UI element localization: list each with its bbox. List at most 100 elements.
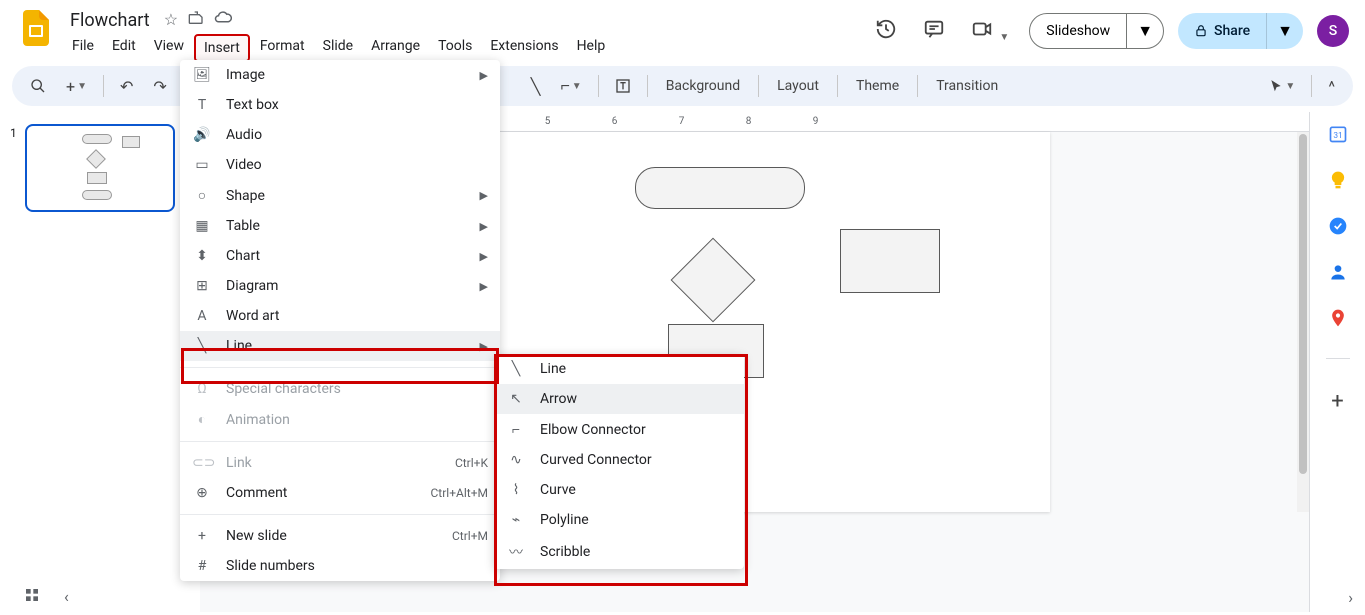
keep-app-icon[interactable]	[1328, 170, 1348, 190]
link-icon: ⊂⊃	[192, 455, 212, 471]
menu-arrange[interactable]: Arrange	[363, 34, 428, 62]
insert-item-word-art[interactable]: AWord art	[180, 301, 500, 331]
insert-item-link: ⊂⊃LinkCtrl+K	[180, 448, 500, 478]
line-item-scribble[interactable]: 〰Scribble	[494, 535, 744, 569]
menu-file[interactable]: File	[64, 34, 102, 62]
textbox-tool[interactable]	[607, 72, 639, 100]
submenu-arrow-icon: ▶	[480, 189, 488, 202]
menu-slide[interactable]: Slide	[315, 34, 361, 62]
meet-icon[interactable]: ▼	[965, 12, 1015, 50]
menu-insert[interactable]: Insert	[194, 34, 250, 62]
insert-item-image[interactable]: 🖼Image▶	[180, 60, 500, 90]
ruler: 3 4 5 6 7 8 9	[380, 112, 1309, 132]
wordart-icon: A	[192, 308, 212, 324]
transition-button[interactable]: Transition	[926, 72, 1008, 100]
insert-item-comment[interactable]: ⊕CommentCtrl+Alt+M	[180, 478, 500, 508]
thumb-number: 1	[10, 124, 17, 212]
insert-item-shape[interactable]: ○Shape▶	[180, 180, 500, 211]
shape-diamond[interactable]	[671, 238, 756, 323]
video-icon: ▭	[192, 157, 212, 173]
submenu-arrow-icon: ▶	[480, 69, 488, 82]
insert-item-audio[interactable]: 🔊Audio	[180, 120, 500, 150]
connector-tool[interactable]: ⌐▼	[552, 70, 589, 102]
insert-item-table[interactable]: ▦Table▶	[180, 211, 500, 241]
search-icon[interactable]	[22, 72, 54, 100]
explore-icon[interactable]: ›	[1348, 588, 1353, 607]
plus-icon: +	[192, 528, 212, 544]
audio-icon: 🔊	[192, 127, 212, 143]
grid-view-icon[interactable]	[24, 587, 40, 607]
chart-icon: ⬍	[192, 248, 212, 264]
omega-icon: Ω	[192, 381, 212, 397]
redo-button[interactable]: ↷	[145, 71, 174, 102]
cursor-mode[interactable]: ▼	[1261, 73, 1303, 99]
submenu-arrow-icon: ▶	[480, 220, 488, 233]
slides-logo[interactable]	[16, 8, 56, 48]
menu-help[interactable]: Help	[569, 34, 614, 62]
insert-item-new-slide[interactable]: +New slideCtrl+M	[180, 521, 500, 551]
share-button[interactable]: Share	[1178, 13, 1266, 49]
num-icon: #	[192, 558, 212, 574]
avatar[interactable]: S	[1317, 15, 1349, 47]
line-type-icon: ⌁	[506, 512, 526, 528]
line-item-elbow-connector[interactable]: ⌐Elbow Connector	[494, 414, 744, 445]
slideshow-caret[interactable]: ▼	[1126, 14, 1163, 48]
menu-extensions[interactable]: Extensions	[482, 34, 566, 62]
slideshow-button[interactable]: Slideshow	[1030, 14, 1126, 48]
slide-thumbnail-1[interactable]	[25, 124, 175, 212]
layout-button[interactable]: Layout	[767, 72, 829, 100]
menu-format[interactable]: Format	[252, 34, 313, 62]
line-item-curved-connector[interactable]: ∿Curved Connector	[494, 445, 744, 475]
insert-item-chart[interactable]: ⬍Chart▶	[180, 241, 500, 271]
line-item-polyline[interactable]: ⌁Polyline	[494, 505, 744, 535]
insert-item-line[interactable]: ╲Line▶	[180, 331, 500, 361]
share-caret[interactable]: ▼	[1266, 13, 1303, 49]
insert-item-animation: ◐Animation	[180, 404, 500, 435]
insert-item-special-characters: ΩSpecial characters	[180, 374, 500, 404]
menu-bar: File Edit View Insert Format Slide Arran…	[64, 34, 869, 62]
calendar-app-icon[interactable]: 31	[1328, 124, 1348, 144]
shape-rectangle[interactable]	[840, 229, 940, 293]
maps-app-icon[interactable]	[1328, 308, 1348, 328]
line-type-icon: ∿	[506, 452, 526, 468]
line-type-icon: 〰	[506, 542, 526, 562]
menu-tools[interactable]: Tools	[430, 34, 480, 62]
doc-title[interactable]: Flowchart	[64, 8, 156, 33]
insert-item-video[interactable]: ▭Video	[180, 150, 500, 180]
comment-icon: ⊕	[192, 485, 212, 501]
comments-icon[interactable]	[917, 12, 951, 50]
prev-slide-icon[interactable]: ‹	[64, 587, 69, 607]
line-item-line[interactable]: ╲Line	[494, 354, 744, 384]
insert-item-slide-numbers[interactable]: #Slide numbers	[180, 551, 500, 581]
line-item-arrow[interactable]: ↖Arrow	[494, 384, 744, 414]
svg-text:31: 31	[1333, 131, 1342, 141]
insert-item-diagram[interactable]: ⊞Diagram▶	[180, 271, 500, 301]
contacts-app-icon[interactable]	[1328, 262, 1348, 282]
add-apps-icon[interactable]: +	[1331, 389, 1343, 414]
insert-item-text-box[interactable]: TText box	[180, 90, 500, 120]
submenu-arrow-icon: ▶	[480, 340, 488, 353]
undo-button[interactable]: ↶	[112, 71, 141, 102]
line-tool[interactable]: ╲	[523, 71, 549, 102]
anim-icon: ◐	[192, 411, 212, 428]
insert-dropdown: 🖼Image▶TText box🔊Audio▭Video○Shape▶▦Tabl…	[180, 60, 500, 581]
vertical-scrollbar[interactable]	[1297, 132, 1309, 512]
star-icon[interactable]: ☆	[164, 10, 178, 30]
shape-terminator[interactable]	[635, 167, 805, 209]
diagram-icon: ⊞	[192, 278, 212, 294]
table-icon: ▦	[192, 218, 212, 234]
submenu-arrow-icon: ▶	[480, 280, 488, 293]
line-icon: ╲	[192, 338, 212, 354]
background-button[interactable]: Background	[656, 72, 750, 100]
cloud-icon[interactable]	[214, 10, 232, 30]
theme-button[interactable]: Theme	[846, 72, 909, 100]
menu-edit[interactable]: Edit	[104, 34, 144, 62]
move-icon[interactable]	[188, 10, 204, 30]
collapse-icon[interactable]: ^	[1320, 71, 1343, 102]
line-item-curve[interactable]: ⌇Curve	[494, 475, 744, 505]
menu-view[interactable]: View	[146, 34, 192, 62]
history-icon[interactable]	[869, 12, 903, 50]
new-slide-button[interactable]: +▼	[58, 71, 95, 102]
image-icon: 🖼	[192, 67, 212, 83]
tasks-app-icon[interactable]	[1328, 216, 1348, 236]
